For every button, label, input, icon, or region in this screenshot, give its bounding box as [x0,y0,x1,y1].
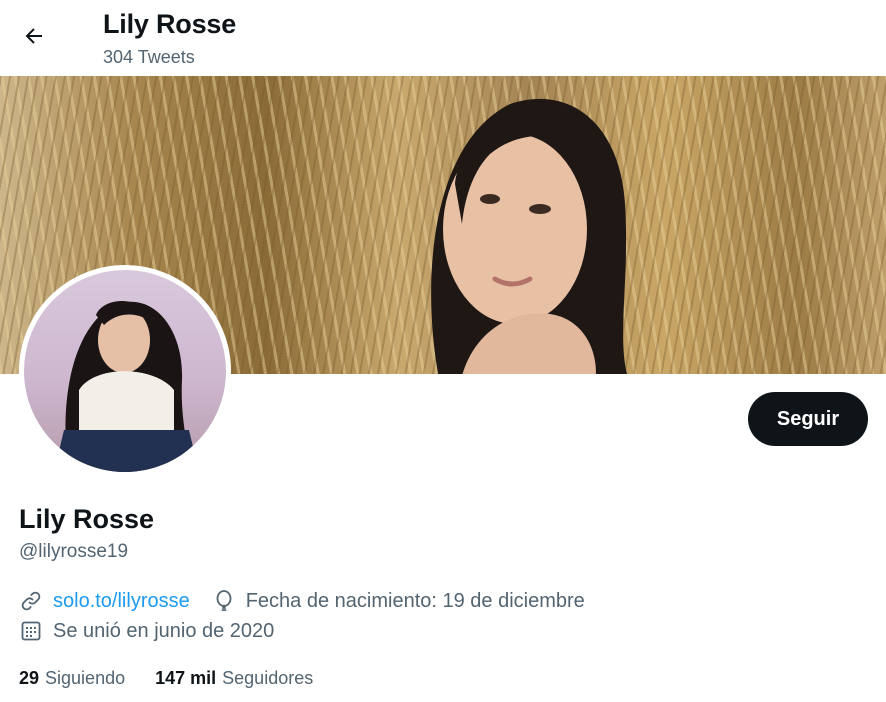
profile-website-link[interactable]: solo.to/lilyrosse [53,590,190,613]
following-label: Siguiendo [45,667,126,688]
profile-joined-row: Se unió en junio de 2020 [19,618,274,644]
back-button[interactable] [16,18,52,54]
link-icon [19,589,43,613]
followers-link[interactable]: 147 mil Seguidores [155,668,313,689]
calendar-icon [19,619,43,643]
header-title: Lily Rosse [103,9,237,39]
birthday-text: Fecha de nacimiento: 19 de diciembre [245,589,585,612]
banner-photo [431,99,627,374]
followers-count: 147 mil [155,667,217,688]
profile-meta-row: solo.to/lilyrosse Fecha de nacimiento: 1… [19,588,585,614]
balloon-icon [212,589,236,613]
profile-header: Lily Rosse 304 Tweets [0,0,886,76]
profile-handle: @lilyrosse19 [19,541,129,562]
arrow-left-icon [25,28,42,44]
profile-name: Lily Rosse [19,504,155,534]
following-link[interactable]: 29 Siguiendo [19,668,125,689]
avatar-photo [54,301,199,472]
tweet-count: 304 Tweets [103,47,195,67]
following-count: 29 [19,667,40,688]
profile-avatar[interactable] [19,265,231,477]
follow-button[interactable]: Seguir [748,392,868,446]
followers-label: Seguidores [222,667,314,688]
profile-stats: 29 Siguiendo 147 mil Seguidores [19,665,313,691]
joined-text: Se unió en junio de 2020 [53,619,275,642]
